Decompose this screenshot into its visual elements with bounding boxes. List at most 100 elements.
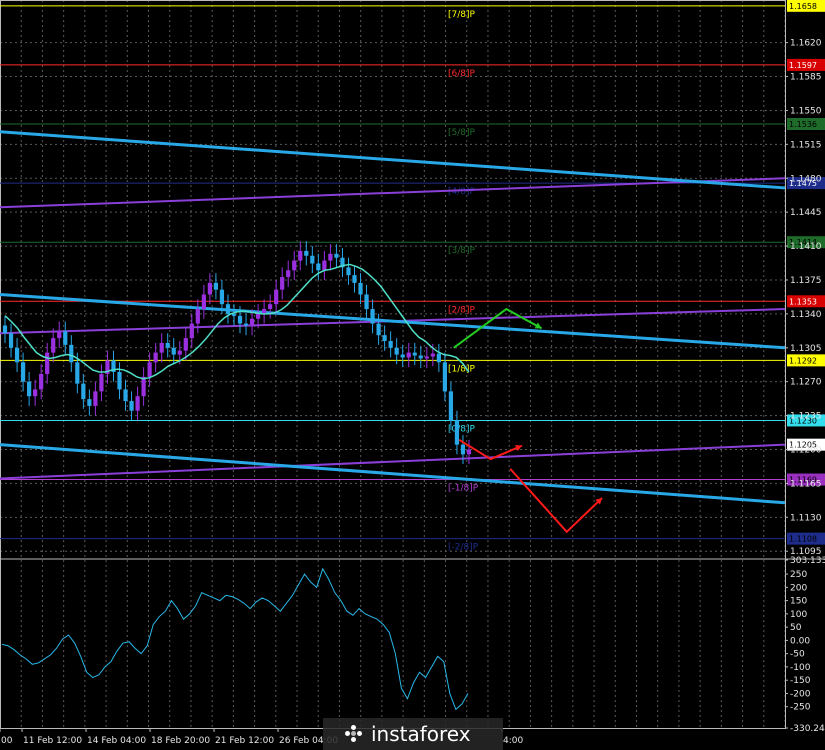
candle-body	[231, 313, 237, 316]
price-tick-label: 1.1200	[790, 446, 822, 456]
candle-body	[51, 338, 56, 353]
murrey-levels: [7/8]P 1.1658 [6/8]P 1.1597 [5/8]P 1.1536 [4/8…	[0, 0, 825, 553]
candle-body	[460, 444, 466, 455]
candle-body	[243, 323, 249, 326]
candle-body	[99, 373, 104, 392]
candle-body	[418, 355, 423, 359]
candle-body	[201, 294, 206, 310]
candle-body	[274, 289, 279, 305]
candle-body	[177, 350, 182, 355]
price-badge-label: 1.1597	[789, 61, 817, 70]
price-tick-label: 1.1620	[790, 39, 822, 49]
candle-body	[63, 331, 68, 345]
murrey-label: [-2/8]P	[448, 543, 479, 553]
candle-body	[33, 389, 38, 397]
time-tick-label: 14 Feb 04:00	[87, 736, 146, 746]
candle-body	[394, 347, 399, 355]
cci-tick-label: 200	[790, 583, 807, 593]
candle-body	[388, 341, 393, 348]
price-tick-label: 1.1585	[790, 73, 822, 83]
cci-line	[1, 567, 469, 711]
time-tick-label: 00	[1, 736, 13, 746]
forecast-arrow	[509, 468, 603, 534]
candle-body	[117, 372, 122, 390]
price-tick-label: 1.1445	[790, 208, 822, 218]
candle-body	[370, 309, 375, 324]
candle-body	[334, 253, 339, 258]
candle-body	[153, 352, 158, 363]
cci-tick-label: 150	[790, 597, 807, 607]
price-badge-label: 1.1658	[789, 2, 817, 11]
candle-body	[20, 362, 26, 382]
candle-body	[207, 282, 212, 295]
candle-body	[87, 399, 92, 406]
murrey-label: [1/8]P	[448, 364, 476, 374]
candle-body	[147, 362, 152, 377]
murrey-label: [7/8]P	[448, 10, 476, 20]
price-chart: [7/8]P 1.1658 [6/8]P 1.1597 [5/8]P 1.1536 [4/8…	[0, 0, 825, 746]
candle-body	[141, 376, 146, 397]
candle-body	[466, 449, 472, 455]
cci-tick-label: 250	[790, 570, 807, 580]
candle-body	[292, 260, 297, 271]
cci-tick-label: -330.244	[790, 724, 825, 734]
candle-body	[328, 253, 333, 261]
trend-channels	[0, 130, 786, 505]
channel-line	[0, 130, 786, 190]
price-tick-label: 1.1340	[790, 310, 822, 320]
candle-body	[93, 391, 98, 406]
time-tick-label: 4:00	[503, 736, 523, 746]
cci-tick-label: -200	[790, 689, 811, 699]
murrey-label: [0/8]P	[448, 424, 476, 434]
price-tick-label: 1.1410	[790, 242, 822, 252]
candle-body	[352, 275, 357, 283]
cci-tick-label: 100	[790, 610, 807, 620]
cci-tick-label: -100	[790, 663, 811, 673]
candle-body	[135, 396, 140, 411]
time-tick-label: 21 Feb 12:00	[215, 736, 274, 746]
candle-body	[129, 401, 134, 411]
candle-body	[27, 381, 32, 397]
price-tick-label: 1.1375	[790, 276, 822, 286]
cci-tick-label: -250	[790, 703, 811, 713]
candle-body	[213, 282, 219, 290]
price-tick-label: 1.1515	[790, 140, 822, 150]
candle-body	[448, 391, 454, 421]
candle-body	[75, 362, 80, 384]
candle-body	[424, 356, 429, 359]
candle-body	[57, 331, 62, 339]
candle-body	[280, 277, 285, 290]
cci-indicator: 303.133 250 200 150 100 50 0.00 -50 -100 -150 -200…	[1, 556, 825, 734]
price-badge-label: 1.1536	[789, 120, 817, 129]
price-tick-label: 1.1550	[790, 106, 822, 116]
price-tick-label: 1.1130	[790, 513, 822, 523]
price-badge-label: 1.1108	[789, 535, 817, 544]
candle-body	[364, 294, 369, 310]
price-badge-label: 1.1292	[789, 356, 817, 365]
murrey-label: [-1/8]P	[448, 484, 479, 494]
price-tick-label: 1.1165	[790, 479, 822, 489]
candle-body	[316, 263, 321, 271]
candle-body	[171, 347, 176, 355]
candle-body	[123, 389, 128, 402]
cci-tick-label: -50	[790, 650, 805, 660]
candle-body	[412, 352, 417, 356]
price-tick-label: 1.1305	[790, 344, 822, 354]
candle-body	[298, 250, 303, 261]
candle-body	[376, 323, 381, 336]
murrey-label: [6/8]P	[448, 69, 476, 79]
candle-body	[183, 338, 188, 351]
cci-tick-label: -150	[790, 676, 811, 686]
murrey-label: [4/8]P	[448, 187, 476, 197]
logo-text: instaforex	[371, 722, 471, 746]
candle-body	[165, 342, 170, 348]
candle-body	[159, 342, 164, 353]
candle-body	[195, 309, 200, 324]
candle-body	[286, 270, 291, 278]
candle-body	[310, 255, 315, 264]
candle-body	[249, 318, 255, 326]
candle-body	[255, 313, 261, 319]
candle-body	[400, 354, 405, 358]
candle-body	[346, 267, 351, 276]
price-badge-label: 1.1353	[789, 297, 817, 306]
